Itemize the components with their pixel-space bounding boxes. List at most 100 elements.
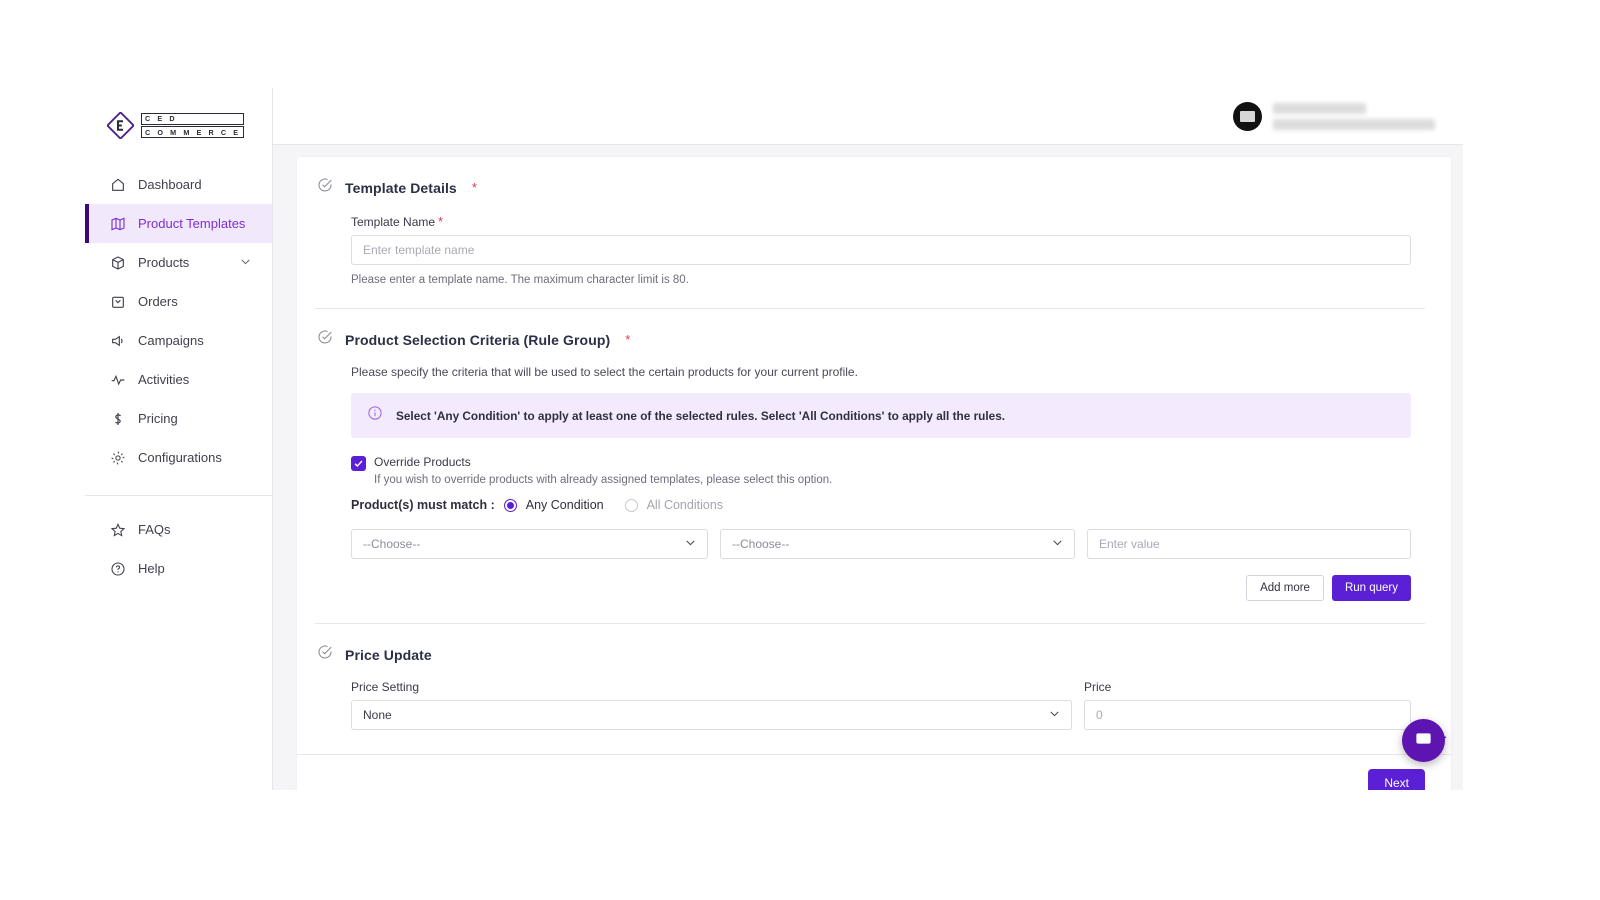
- info-circle-icon: [367, 405, 383, 426]
- sidebar-item-faqs[interactable]: FAQs: [85, 510, 272, 549]
- radio-all-conditions[interactable]: [624, 498, 638, 512]
- chevron-down-icon: [684, 536, 697, 552]
- rule-operator-value: --Choose--: [732, 537, 790, 551]
- chevron-down-icon: [1051, 536, 1064, 552]
- price-update-body: Price Setting None Price: [315, 680, 1425, 730]
- circle-check-icon: [317, 329, 333, 350]
- sidebar-item-configurations[interactable]: Configurations: [85, 438, 272, 477]
- home-icon: [110, 177, 126, 193]
- user-menu[interactable]: [1233, 101, 1435, 131]
- sidebar-item-pricing[interactable]: Pricing: [85, 399, 272, 438]
- next-button[interactable]: Next: [1368, 769, 1425, 790]
- sidebar-item-label: Dashboard: [138, 177, 202, 192]
- match-condition-label: Product(s) must match :: [351, 498, 495, 512]
- radio-any-condition-label[interactable]: Any Condition: [526, 498, 604, 512]
- sidebar-item-orders[interactable]: Orders: [85, 282, 272, 321]
- rule-group-body: Please specify the criteria that will be…: [315, 365, 1425, 601]
- box-icon: [110, 255, 126, 271]
- user-identity-redacted: [1273, 102, 1435, 130]
- price-field: Price: [1084, 680, 1411, 730]
- sidebar-item-campaigns[interactable]: Campaigns: [85, 321, 272, 360]
- sidebar-item-label: FAQs: [138, 522, 171, 537]
- activity-pulse-icon: [110, 372, 126, 388]
- app-window: C E D C O M M E R C E Dashboard Product …: [85, 88, 1463, 790]
- user-email-redacted: [1273, 118, 1435, 130]
- chevron-down-icon: [1048, 707, 1061, 723]
- avatar[interactable]: [1233, 101, 1262, 131]
- required-marker: *: [471, 180, 477, 195]
- rule-actions: Add more Run query: [351, 575, 1411, 601]
- brand-wordmark: C E D C O M M E R C E: [141, 112, 244, 139]
- sidebar-item-label: Products: [138, 255, 190, 270]
- price-setting-value: None: [363, 708, 392, 722]
- sidebar-item-dashboard[interactable]: Dashboard: [85, 165, 272, 204]
- user-name-redacted: [1273, 102, 1366, 114]
- circle-check-icon: [317, 177, 333, 198]
- sidebar-item-label: Activities: [138, 372, 190, 387]
- gear-icon: [110, 450, 126, 466]
- override-products-row[interactable]: Override Products: [351, 455, 1411, 471]
- topbar: [273, 88, 1463, 145]
- dollar-icon: [110, 411, 126, 427]
- bag-icon: [110, 294, 126, 310]
- sidebar-item-label: Campaigns: [138, 333, 204, 348]
- run-query-button[interactable]: Run query: [1331, 575, 1411, 601]
- rule-attribute-select[interactable]: --Choose--: [351, 529, 708, 559]
- radio-any-condition[interactable]: [503, 498, 517, 512]
- sidebar-item-label: Help: [138, 561, 165, 576]
- sidebar-item-product-templates[interactable]: Product Templates: [85, 204, 272, 243]
- price-label: Price: [1084, 680, 1112, 694]
- section-title: Template Details: [345, 179, 457, 196]
- section-divider: [315, 623, 1425, 624]
- price-setting-select[interactable]: None: [351, 700, 1072, 730]
- template-form-card: Template Details * Template Name* Please…: [297, 157, 1451, 790]
- rule-operator-select[interactable]: --Choose--: [720, 529, 1075, 559]
- required-marker: *: [438, 214, 444, 229]
- override-products-label: Override Products: [374, 455, 471, 469]
- section-price-update: Price Update: [315, 644, 1425, 665]
- radio-all-conditions-label[interactable]: All Conditions: [647, 498, 723, 512]
- required-marker: *: [625, 332, 631, 347]
- section-template-details: Template Details *: [315, 177, 1425, 198]
- star-icon: [110, 522, 126, 538]
- template-details-body: Template Name* Please enter a template n…: [315, 214, 1425, 286]
- chevron-down-icon[interactable]: [239, 255, 252, 271]
- override-products-checkbox[interactable]: [351, 456, 366, 471]
- chat-bubble-icon: [1414, 729, 1447, 753]
- info-banner-text: Select 'Any Condition' to apply at least…: [396, 408, 1006, 423]
- section-title: Price Update: [345, 646, 432, 663]
- rule-row: --Choose-- --Choose--: [351, 529, 1411, 559]
- rule-group-description: Please specify the criteria that will be…: [351, 365, 858, 379]
- sidebar-item-activities[interactable]: Activities: [85, 360, 272, 399]
- sidebar-item-products[interactable]: Products: [85, 243, 272, 282]
- section-title: Product Selection Criteria (Rule Group): [345, 331, 611, 348]
- template-name-label-text: Template Name: [351, 215, 436, 229]
- brand-line-1: C E D: [141, 112, 244, 125]
- template-name-helper: Please enter a template name. The maximu…: [351, 274, 689, 286]
- content-scroll-area[interactable]: Template Details * Template Name* Please…: [273, 145, 1463, 790]
- sidebar-divider: [85, 495, 272, 496]
- primary-nav: Dashboard Product Templates Products Ord…: [85, 165, 272, 588]
- sidebar-item-help[interactable]: Help: [85, 549, 272, 588]
- brand-line-2: C O M M E R C E: [141, 126, 244, 139]
- template-name-label: Template Name *: [351, 214, 1411, 229]
- price-setting-label: Price Setting: [351, 680, 420, 694]
- info-banner: Select 'Any Condition' to apply at least…: [351, 393, 1411, 438]
- sidebar: C E D C O M M E R C E Dashboard Product …: [85, 88, 273, 790]
- override-products-sublabel: If you wish to override products with al…: [374, 474, 833, 486]
- match-condition-row: Product(s) must match : Any Condition Al…: [351, 498, 1411, 512]
- map-icon: [110, 216, 126, 232]
- main-area: Template Details * Template Name* Please…: [273, 88, 1463, 790]
- sidebar-item-label: Pricing: [138, 411, 178, 426]
- price-input[interactable]: [1084, 700, 1411, 730]
- price-setting-field: Price Setting None: [351, 680, 1072, 730]
- chat-support-fab[interactable]: [1402, 719, 1447, 762]
- section-divider: [315, 308, 1425, 309]
- rule-value-input[interactable]: [1087, 529, 1411, 559]
- circle-check-icon: [317, 644, 333, 665]
- sidebar-item-label: Product Templates: [138, 216, 246, 231]
- sidebar-item-label: Orders: [138, 294, 178, 309]
- add-more-button[interactable]: Add more: [1246, 575, 1324, 601]
- brand-logo[interactable]: C E D C O M M E R C E: [85, 98, 272, 153]
- template-name-input[interactable]: [351, 235, 1411, 265]
